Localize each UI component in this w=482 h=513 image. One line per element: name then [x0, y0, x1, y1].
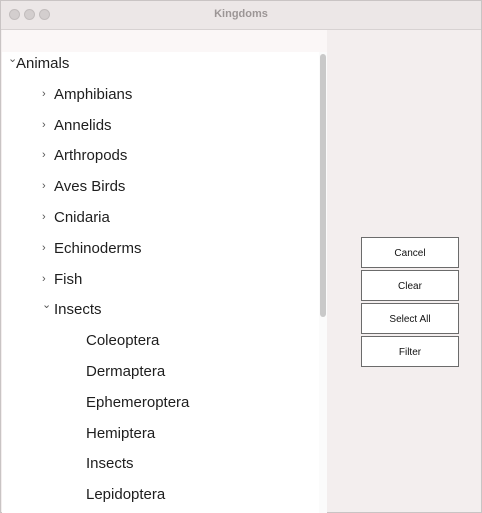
chevron-right-icon[interactable]: › [42, 273, 46, 285]
chevron-right-icon[interactable]: › [42, 88, 46, 100]
tree-item-label: Aves Birds [54, 178, 126, 196]
tree-row[interactable]: Ephemeroptera [2, 391, 320, 421]
tree-item-label: Dermaptera [86, 363, 166, 380]
tree-row[interactable]: › Annelids [2, 114, 320, 144]
scrollbar-thumb[interactable] [320, 54, 326, 317]
tree-row[interactable]: › Fish [2, 268, 320, 298]
tree-item-label: Arthropods [54, 147, 128, 165]
tree-row[interactable]: Insects [2, 452, 320, 482]
tree-item-label: Cnidaria [54, 209, 110, 226]
chevron-right-icon[interactable]: › [42, 119, 46, 131]
tree-item-label: Insects [54, 301, 102, 319]
tree-row[interactable]: › Cnidaria [2, 206, 320, 236]
window-title: Kingdoms [214, 8, 268, 20]
tree-item-label: Animals [16, 55, 70, 72]
tree-row[interactable]: ⌄ Animals [2, 52, 320, 82]
tree-item-label: Annelids [54, 116, 112, 134]
tree-item-label: Coleoptera [86, 332, 160, 350]
title-bar: Kingdoms [1, 1, 481, 30]
action-buttons: Cancel Clear Select All Filter [361, 237, 459, 369]
tree-item-label: Lepidoptera [86, 486, 166, 504]
filter-button[interactable]: Filter [361, 336, 459, 367]
tree-row[interactable]: › Amphibians [2, 83, 320, 113]
tree-row[interactable]: › Echinoderms [2, 237, 320, 267]
tree-row[interactable]: › Arthropods [2, 144, 320, 174]
tree-item-label: Amphibians [54, 85, 133, 103]
clear-button[interactable]: Clear [361, 270, 459, 301]
tree-row[interactable]: Coleoptera [2, 329, 320, 359]
tree-item-label: Insects [86, 455, 134, 473]
tree-item-label: Echinoderms [54, 239, 142, 257]
chevron-right-icon[interactable]: › [42, 149, 46, 161]
tree-row[interactable]: Hemiptera [2, 422, 320, 452]
cancel-button[interactable]: Cancel [361, 237, 459, 268]
select-all-button[interactable]: Select All [361, 303, 459, 334]
chevron-right-icon[interactable]: › [42, 211, 46, 223]
tree-header-strip [2, 30, 327, 52]
tree-item-label: Hemiptera [86, 424, 156, 442]
kingdoms-window: Kingdoms ⌄ Animals › Amphibians › Annelids › Ar… [0, 0, 482, 513]
tree-row[interactable]: Dermaptera [2, 360, 320, 390]
tree-item-label: Ephemeroptera [86, 393, 190, 411]
tree-row[interactable]: ⌄ Insects [2, 298, 320, 328]
tree-row[interactable]: Lepidoptera [2, 483, 320, 513]
chevron-right-icon[interactable]: › [42, 242, 46, 254]
tree-item-label: Fish [54, 270, 83, 288]
tree-row[interactable]: › Aves Birds [2, 175, 320, 205]
chevron-right-icon[interactable]: › [42, 180, 46, 192]
chevron-down-icon[interactable]: ⌄ [42, 298, 51, 311]
tree-scrollbar[interactable] [319, 52, 327, 513]
kingdom-tree[interactable]: ⌄ Animals › Amphibians › Annelids › Arthropods ›… [2, 52, 327, 513]
